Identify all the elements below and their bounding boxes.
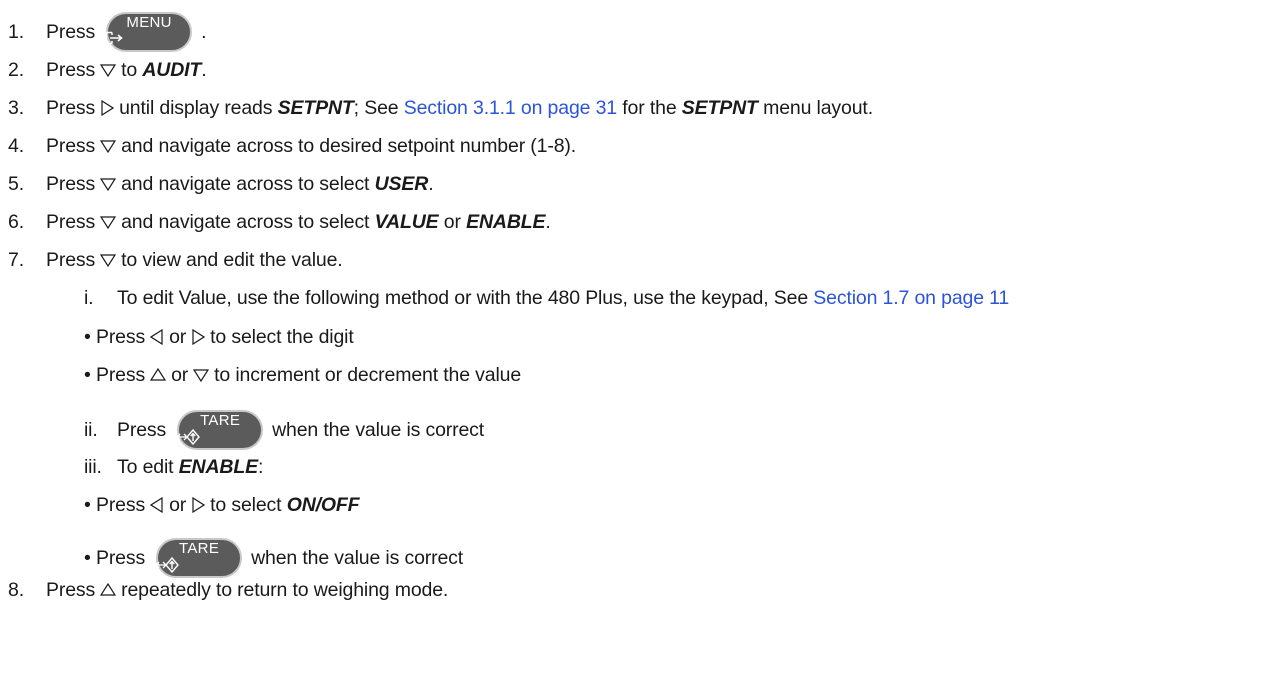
step-text: Press [46,211,96,233]
down-arrow-icon [100,215,117,229]
left-arrow-icon [150,329,164,345]
menu-keyword: VALUE [374,211,439,233]
bullet-select-onoff: • Press or to select ON/OFF [84,493,360,517]
bullet-text: or [171,364,189,386]
step-5: 5. Press and navigate across to select U… [8,172,434,196]
bullet-text: Press [95,326,146,348]
bullet-text: or [169,494,187,516]
bullet-press-tare: • Press TARE when the value is correct [84,537,463,579]
down-arrow-icon [193,368,210,382]
step-7: 7. Press to view and edit the value. [8,248,343,272]
step-end: . [201,59,207,81]
menu-keyword: ON/OFF [286,494,360,516]
tare-key-button[interactable]: TARE [155,537,243,579]
section-link[interactable]: Section 3.1.1 on page 31 [404,96,617,120]
substep-end: : [257,456,264,478]
substep-text: To edit [117,456,174,478]
bullet: • [84,364,91,386]
step-number: 2. [8,59,24,81]
substep-text: To edit Value, use the following method … [117,287,809,309]
bullet-text: to increment or decrement the value [214,364,522,386]
step-text: Press [46,249,96,271]
step-text: and navigate across to desired setpoint … [121,135,576,157]
bullet: • [84,547,91,569]
step-end: . [428,173,434,195]
step-text: to view and edit the value. [121,249,343,271]
menu-keyword: USER [374,173,429,195]
down-arrow-icon [100,177,117,191]
bullet-text: Press [95,364,146,386]
left-arrow-icon [150,497,164,513]
step-number: 4. [8,135,24,157]
down-arrow-icon [100,63,117,77]
tare-key-label: TARE [200,412,241,429]
step-text: Press [46,21,96,43]
step-end: . [201,21,207,43]
bullet-text: Press [95,547,146,569]
substep-number: i. [84,287,94,309]
substep-iii: iii. To edit ENABLE: [84,455,263,479]
menu-key-label: MENU [126,14,172,31]
menu-keyword: SETPNT [681,97,758,119]
substep-number: ii. [84,419,98,441]
step-text: Press [46,173,96,195]
right-arrow-icon [191,329,206,345]
bullet-text: to select the digit [210,326,354,348]
substep-text: Press [117,419,167,441]
menu-keyword: AUDIT [142,59,202,81]
bullet: • [84,326,91,348]
step-text: Press [46,97,96,119]
right-arrow-icon [100,100,115,116]
step-number: 5. [8,173,24,195]
substep-number: iii. [84,456,102,478]
step-text: until display reads [119,97,273,119]
step-1: 1. Press MENU . [8,11,207,53]
step-number: 1. [8,21,24,43]
substep-text: when the value is correct [272,419,485,441]
menu-keyword: SETPNT [277,97,354,119]
down-arrow-icon [100,139,117,153]
step-8: 8. Press repeatedly to return to weighin… [8,578,448,602]
step-6: 6. Press and navigate across to select V… [8,210,551,234]
step-text: and navigate across to select [121,211,370,233]
step-text: Press [46,135,96,157]
tare-key-label: TARE [179,540,220,557]
step-text: ; See [353,97,399,119]
bullet-select-digit: • Press or to select the digit [84,325,354,349]
substep-ii: ii. Press TARE when the value is correct [84,409,484,451]
step-number: 7. [8,249,24,271]
up-arrow-icon [150,368,167,382]
step-number: 3. [8,97,24,119]
down-arrow-icon [100,253,117,267]
bullet-text: when the value is correct [251,547,464,569]
step-2: 2. Press to AUDIT. [8,58,207,82]
step-text: for the [622,97,677,119]
up-arrow-icon [100,583,117,597]
bullet-text: to select [210,494,282,516]
step-text: and navigate across to select [121,173,370,195]
step-4: 4. Press and navigate across to desired … [8,134,576,158]
step-number: 6. [8,211,24,233]
menu-key-button[interactable]: MENU [105,11,193,53]
bullet-text: or [169,326,187,348]
tare-key-button[interactable]: TARE [176,409,264,451]
menu-keyword: ENABLE [466,211,546,233]
step-number: 8. [8,579,24,601]
right-arrow-icon [191,497,206,513]
bullet-increment: • Press or to increment or decrement the… [84,363,521,387]
step-text: repeatedly to return to weighing mode. [121,579,449,601]
step-text: Press [46,59,96,81]
bullet: • [84,494,91,516]
step-3: 3. Press until display reads SETPNT; See… [8,96,873,120]
step-text: to [121,59,138,81]
step-text: menu layout. [763,97,873,119]
bullet-text: Press [95,494,146,516]
step-text: Press [46,579,96,601]
menu-keyword: ENABLE [178,456,258,478]
step-end: . [545,211,551,233]
section-link[interactable]: Section 1.7 on page 11 [813,286,1009,310]
substep-i: i. To edit Value, use the following meth… [84,286,1009,310]
step-text: or [443,211,461,233]
